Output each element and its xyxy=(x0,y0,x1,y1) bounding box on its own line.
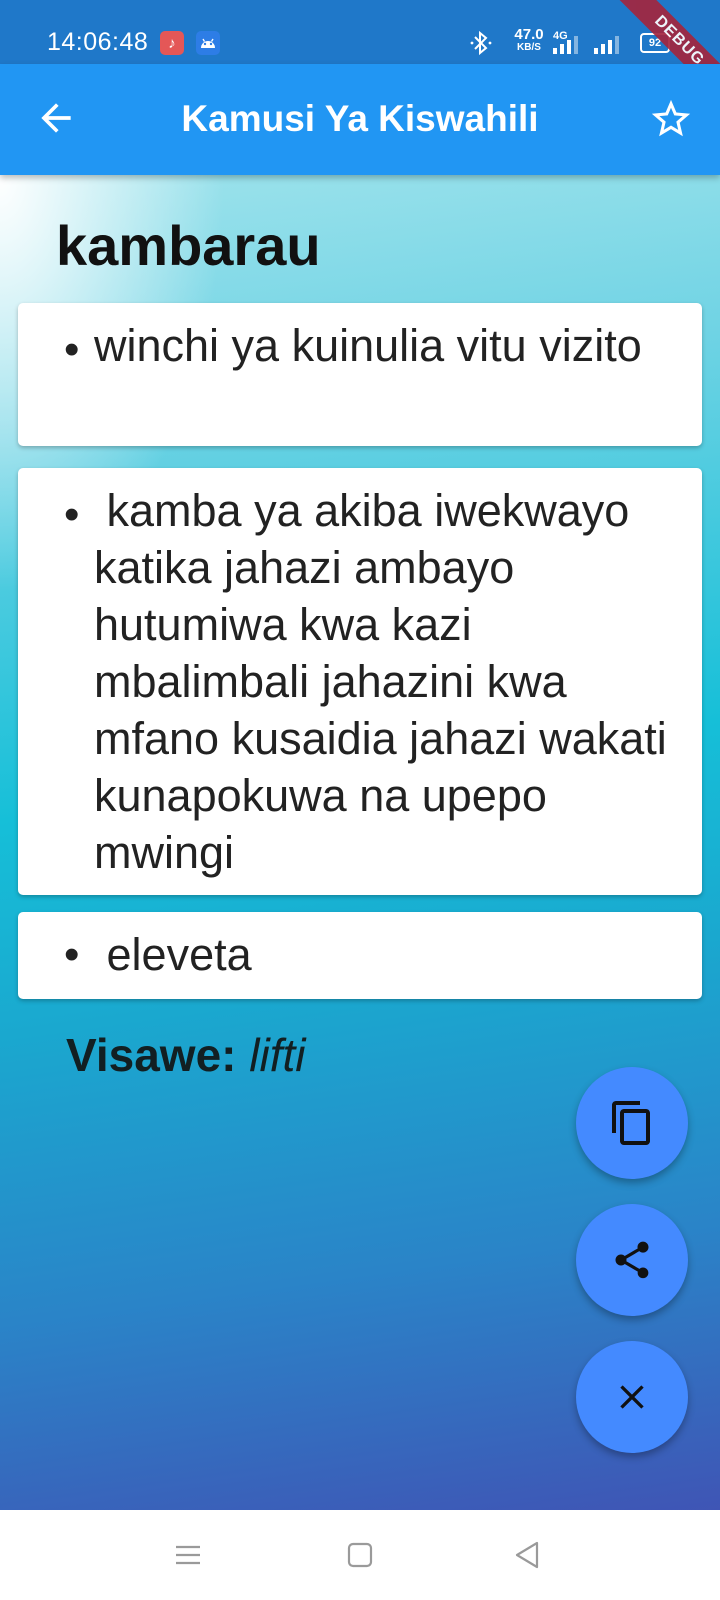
bluetooth-icon xyxy=(470,28,492,58)
network-speed-value: 47.0 xyxy=(514,26,544,43)
definition-text: eleveta xyxy=(94,929,252,980)
synonyms-label: Visawe: xyxy=(66,1029,237,1081)
arrow-back-icon xyxy=(41,103,71,133)
synonyms-value: lifti xyxy=(249,1029,306,1081)
share-icon xyxy=(615,1241,649,1279)
copy-button[interactable] xyxy=(576,1067,688,1179)
definition-text: winchi ya kuinulia vitu vizito xyxy=(94,320,642,371)
home-square-icon xyxy=(347,1542,373,1568)
favorite-button[interactable] xyxy=(648,96,694,142)
app-title: Kamusi Ya Kiswahili xyxy=(181,98,539,139)
star-outline-icon xyxy=(651,99,691,137)
bullet: • xyxy=(64,325,80,374)
system-nav-bar xyxy=(0,1510,720,1600)
synonyms: Visawe: lifti xyxy=(66,1028,306,1082)
definition-card: • winchi ya kuinulia vitu vizito xyxy=(18,303,702,446)
network-speed: 47.0 KB/S xyxy=(510,26,548,54)
copy-icon xyxy=(612,1101,650,1145)
close-icon xyxy=(620,1385,644,1409)
home-button[interactable] xyxy=(340,1535,380,1575)
bullet: • xyxy=(64,930,80,979)
definition-card: • eleveta xyxy=(18,912,702,999)
signal-icon xyxy=(594,36,619,54)
bullet: • xyxy=(64,490,80,539)
music-app-icon: ♪ xyxy=(160,31,184,55)
close-button[interactable] xyxy=(576,1341,688,1453)
back-button[interactable] xyxy=(34,96,78,140)
status-time: 14:06:48 xyxy=(47,28,149,56)
definition-card: • kamba ya akiba iwekwayo katika jahazi … xyxy=(18,468,702,895)
recents-button[interactable] xyxy=(168,1535,208,1575)
definition-text: kamba ya akiba iwekwayo katika jahazi am… xyxy=(94,485,680,878)
share-button[interactable] xyxy=(576,1204,688,1316)
menu-icon xyxy=(176,1545,200,1565)
entry-content: kambarau • winchi ya kuinulia vitu vizit… xyxy=(0,175,720,1510)
app-bar: Kamusi Ya Kiswahili xyxy=(0,64,720,175)
headword: kambarau xyxy=(56,214,321,277)
signal-icon xyxy=(553,36,578,54)
status-bar: 14:06:48 ♪ 47.0 KB/S 4G 92 DEBUG xyxy=(0,0,720,104)
back-triangle-icon xyxy=(515,1541,539,1569)
android-debug-icon xyxy=(196,31,220,55)
nav-back-button[interactable] xyxy=(508,1535,548,1575)
